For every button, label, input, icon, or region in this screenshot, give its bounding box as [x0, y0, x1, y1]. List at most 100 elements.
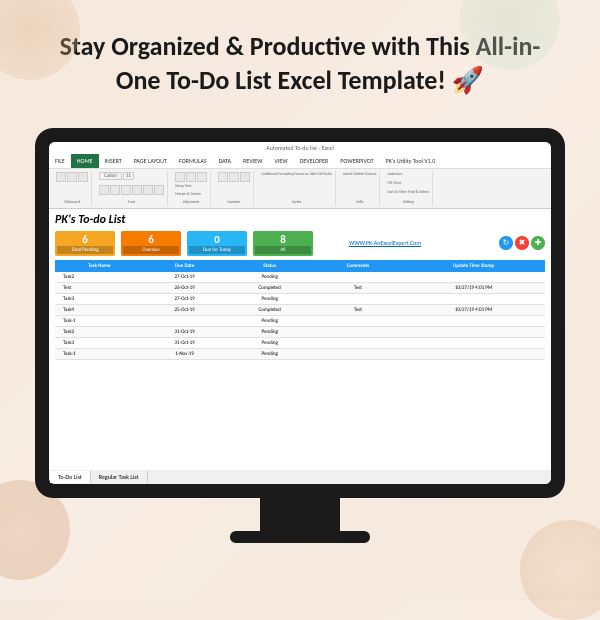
cell-ts[interactable] — [402, 348, 545, 359]
cell-due[interactable]: 25-Oct-19 — [144, 304, 226, 315]
cell-comments[interactable]: Test — [314, 282, 402, 293]
cell-ts[interactable] — [402, 293, 545, 304]
col-timestamp[interactable]: Update Time Stamp — [402, 260, 545, 272]
stat-card-pending[interactable]: 6 Total Pending — [55, 231, 115, 256]
menu-review[interactable]: REVIEW — [237, 154, 268, 168]
menu-utility-tool[interactable]: PK's Utility Tool V1.0 — [380, 154, 442, 168]
col-status[interactable]: Status — [226, 260, 314, 272]
menu-insert[interactable]: INSERT — [99, 154, 128, 168]
cell-comments[interactable] — [314, 337, 402, 348]
cell-comments[interactable] — [314, 315, 402, 326]
cell-status[interactable]: Pending — [226, 326, 314, 337]
table-row[interactable]: Task425-Oct-19CompletedTest10/27/19 4:01… — [55, 304, 545, 315]
tab-todo-list[interactable]: To-Do List — [50, 471, 91, 483]
menu-formulas[interactable]: FORMULAS — [173, 154, 213, 168]
menu-developer[interactable]: DEVELOPER — [294, 154, 335, 168]
cell-ts[interactable] — [402, 272, 545, 283]
col-comments[interactable]: Comments — [314, 260, 402, 272]
cell-task[interactable]: Test — [55, 282, 144, 293]
align-icon[interactable] — [186, 172, 196, 182]
cell-status[interactable]: Pending — [226, 272, 314, 283]
clear-button[interactable]: Clear — [393, 181, 401, 186]
cell-due[interactable] — [144, 315, 226, 326]
website-link[interactable]: WWW.PK-AnExcelExpert.Com — [349, 239, 421, 247]
font-name-select[interactable]: Calibri — [99, 172, 122, 180]
cell-due[interactable]: 26-Oct-19 — [144, 282, 226, 293]
align-icon[interactable] — [197, 172, 207, 182]
bold-icon[interactable] — [99, 185, 109, 195]
cell-ts[interactable]: 10/27/19 4:01 PM — [402, 282, 545, 293]
tab-regular-task[interactable]: Regular Task List — [91, 471, 148, 483]
fill-button[interactable]: Fill — [387, 181, 392, 186]
align-icon[interactable] — [175, 172, 185, 182]
cell-comments[interactable] — [314, 272, 402, 283]
find-button[interactable]: Find & Select — [408, 190, 429, 195]
autosum-button[interactable]: AutoSum — [387, 172, 402, 177]
add-icon[interactable]: ✚ — [531, 236, 545, 250]
cell-ts[interactable] — [402, 326, 545, 337]
cell-due[interactable]: 27-Oct-19 — [144, 293, 226, 304]
font-color-icon[interactable] — [154, 185, 164, 195]
wrap-text-button[interactable]: Wrap Text — [175, 184, 191, 189]
underline-icon[interactable] — [121, 185, 131, 195]
italic-icon[interactable] — [110, 185, 120, 195]
cell-comments[interactable] — [314, 293, 402, 304]
cell-ts[interactable] — [402, 315, 545, 326]
delete-icon[interactable]: ✖ — [515, 236, 529, 250]
col-task-name[interactable]: Task Name — [55, 260, 144, 272]
cell-status[interactable]: Pending — [226, 293, 314, 304]
menu-home[interactable]: HOME — [71, 154, 99, 168]
cell-comments[interactable] — [314, 326, 402, 337]
cell-due[interactable]: 1-Nov-19 — [144, 348, 226, 359]
cell-status[interactable]: Completed — [226, 304, 314, 315]
sort-button[interactable]: Sort & Filter — [387, 190, 407, 195]
stat-card-overdue[interactable]: 6 Overdue — [121, 231, 181, 256]
cell-status[interactable]: Pending — [226, 337, 314, 348]
cell-task[interactable]: Task-1 — [55, 348, 144, 359]
merge-button[interactable]: Merge & Center — [175, 192, 201, 197]
font-size-select[interactable]: 11 — [123, 172, 134, 180]
cell-status[interactable]: Completed — [226, 282, 314, 293]
menu-data[interactable]: DATA — [213, 154, 238, 168]
cell-task[interactable]: Task3 — [55, 293, 144, 304]
cut-icon[interactable] — [67, 172, 77, 182]
refresh-icon[interactable]: ↻ — [499, 236, 513, 250]
cell-ts[interactable] — [402, 337, 545, 348]
cell-task[interactable]: Task2 — [55, 326, 144, 337]
fill-color-icon[interactable] — [143, 185, 153, 195]
cell-status[interactable]: Pending — [226, 348, 314, 359]
cond-fmt-button[interactable]: Conditional Formatting — [261, 172, 294, 176]
cell-task[interactable]: Task-1 — [55, 315, 144, 326]
cell-due[interactable]: 31-Oct-19 — [144, 326, 226, 337]
copy-icon[interactable] — [78, 172, 88, 182]
format-button[interactable]: Format — [365, 172, 377, 177]
delete-button[interactable]: Delete — [353, 172, 364, 177]
table-row[interactable]: Task231-Oct-19Pending — [55, 326, 545, 337]
cell-task[interactable]: Task2 — [55, 272, 144, 283]
cell-comments[interactable] — [314, 348, 402, 359]
menu-view[interactable]: VIEW — [269, 154, 294, 168]
stat-card-all[interactable]: 8 All — [253, 231, 313, 256]
stat-card-today[interactable]: 0 Due for Today — [187, 231, 247, 256]
insert-button[interactable]: Insert — [343, 172, 352, 177]
cell-styles-button[interactable]: Cell Styles — [318, 172, 332, 176]
table-row[interactable]: Task-11-Nov-19Pending — [55, 348, 545, 359]
comma-icon[interactable] — [240, 172, 250, 182]
currency-icon[interactable] — [218, 172, 228, 182]
cell-status[interactable]: Pending — [226, 315, 314, 326]
paste-icon[interactable] — [56, 172, 66, 182]
menu-page-layout[interactable]: PAGE LAYOUT — [128, 154, 173, 168]
table-row[interactable]: Task227-Oct-19Pending — [55, 272, 545, 283]
border-icon[interactable] — [132, 185, 142, 195]
table-row[interactable]: Task327-Oct-19Pending — [55, 293, 545, 304]
cell-ts[interactable]: 10/27/19 4:01 PM — [402, 304, 545, 315]
cell-comments[interactable]: Test — [314, 304, 402, 315]
cell-task[interactable]: Task4 — [55, 304, 144, 315]
menu-file[interactable]: FILE — [49, 154, 71, 168]
table-row[interactable]: Task331-Oct-19Pending — [55, 337, 545, 348]
percent-icon[interactable] — [229, 172, 239, 182]
cell-due[interactable]: 27-Oct-19 — [144, 272, 226, 283]
fmt-table-button[interactable]: Format as Table — [294, 172, 316, 176]
menu-powerpivot[interactable]: POWERPIVOT — [334, 154, 379, 168]
table-row[interactable]: Test26-Oct-19CompletedTest10/27/19 4:01 … — [55, 282, 545, 293]
